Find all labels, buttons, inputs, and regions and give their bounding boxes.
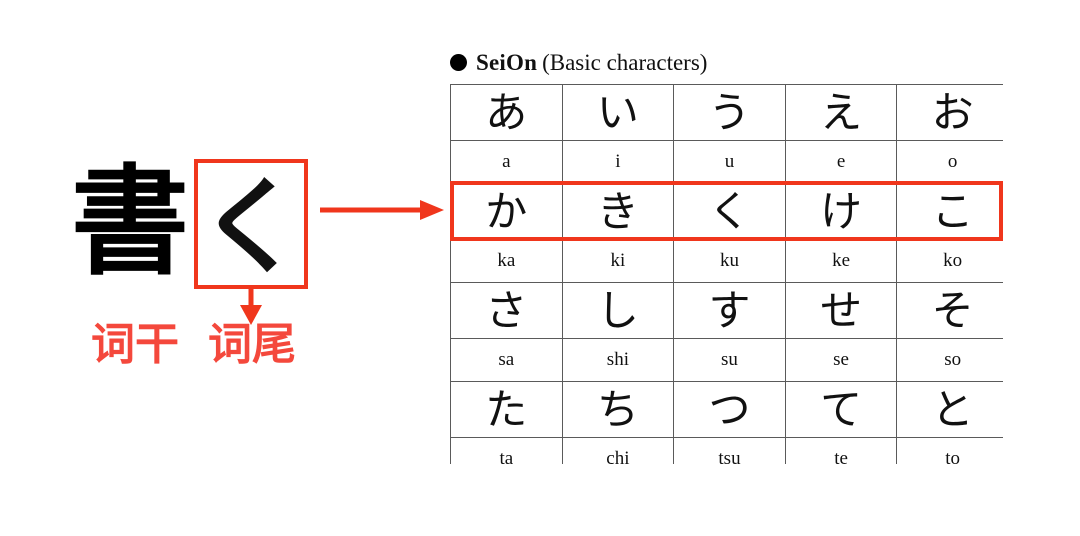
romaji-cell: u [673, 140, 786, 184]
kana-row: あいうえお [450, 84, 1003, 141]
romaji-cell: shi [561, 338, 675, 382]
romaji-row: aiueo [450, 140, 1003, 184]
romaji-cell: ta [450, 437, 563, 464]
kana-row: かきくけこ [450, 183, 1003, 240]
kana-chart-panel: SeiOn (Basic characters) あいうえおaiueoかきくけこk… [450, 48, 1010, 464]
chart-heading: SeiOn (Basic characters) [450, 48, 1010, 84]
kana-cell: つ [673, 381, 786, 438]
kana-cell: き [561, 183, 675, 240]
romaji-cell: tsu [673, 437, 786, 464]
romaji-cell: sa [450, 338, 563, 382]
kana-cell: し [561, 282, 675, 339]
romaji-cell: ki [561, 239, 675, 283]
kana-table-wrapper: あいうえお a i u e o かきくけこ ka ki ku ke ko さしすせそ sa shi su se s… [450, 84, 1003, 464]
kana-cell: そ [896, 282, 1003, 339]
kana-cell: て [784, 381, 898, 438]
kana-cell: け [784, 183, 898, 240]
kana-cell: い [561, 84, 675, 141]
kana-cell: た [450, 381, 563, 438]
romaji-cell: se [784, 338, 898, 382]
romaji-cell: te [784, 437, 898, 464]
kana-cell: こ [896, 183, 1003, 240]
kana-row: たちつてと [450, 381, 1003, 438]
romaji-row: sa shi su se so [450, 338, 1003, 382]
kana-cell: す [673, 282, 786, 339]
romaji-row: ta chi tsu te to [450, 437, 1003, 464]
stem-kanji: 書 [70, 153, 189, 291]
kana-cell: く [673, 183, 786, 240]
romaji-cell: o [896, 140, 1003, 184]
kana-cell: お [896, 84, 1003, 141]
romaji-cell: ko [896, 239, 1003, 283]
romaji-cell: ku [673, 239, 786, 283]
romaji-cell: e [784, 140, 898, 184]
romaji-row: ka ki ku ke ko [450, 239, 1003, 283]
kana-cell: か [450, 183, 563, 240]
kana-table: あいうえお a i u e o かきくけこ ka ki ku ke ko さしすせそ sa shi su se s… [450, 84, 1003, 464]
kana-cell: せ [784, 282, 898, 339]
stem-label: 词干 [91, 319, 179, 370]
romaji-cell: so [896, 338, 1003, 382]
kana-cell: と [896, 381, 1003, 438]
filled-circle-bullet-icon [450, 54, 467, 72]
romaji-cell: chi [561, 437, 675, 464]
ending-highlight-box: く [194, 159, 308, 289]
romaji-cell: to [896, 437, 1003, 464]
kana-cell: ち [561, 381, 675, 438]
arrow-right-icon [320, 200, 444, 220]
chart-title-main: SeiOn [476, 50, 538, 75]
kana-cell: さ [450, 282, 563, 339]
kana-cell: う [673, 84, 786, 141]
romaji-cell: ka [450, 239, 563, 283]
ending-kana: く [198, 166, 303, 288]
word-structure-diagram: 書 く 词干 词尾 [0, 0, 444, 536]
kana-cell: あ [450, 84, 563, 141]
chart-title-sub: (Basic characters) [542, 50, 708, 75]
romaji-cell: ke [784, 239, 898, 283]
romaji-cell: a [450, 140, 563, 184]
ending-label: 词尾 [208, 319, 296, 370]
kana-cell: え [784, 84, 898, 141]
romaji-cell: i [561, 140, 675, 184]
romaji-cell: su [673, 338, 786, 382]
kana-row: さしすせそ [450, 282, 1003, 339]
